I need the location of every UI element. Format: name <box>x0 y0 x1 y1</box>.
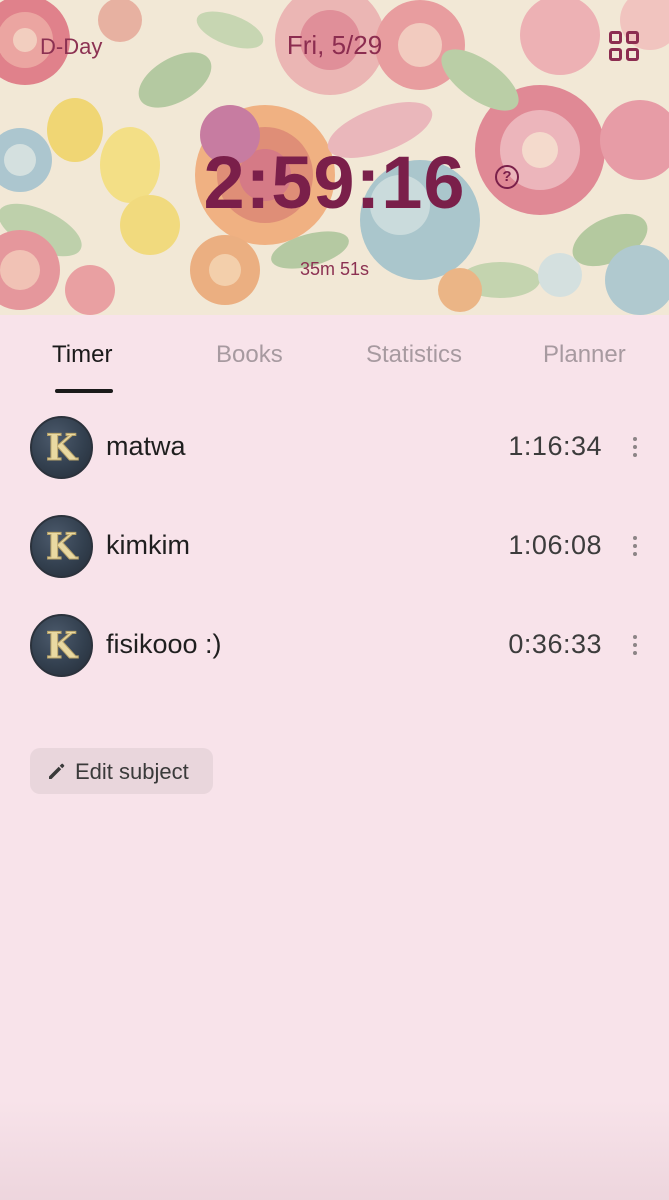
subject-row[interactable]: K fisikooo :) 0:36:33 <box>0 595 669 694</box>
grid-icon[interactable] <box>608 30 642 64</box>
tab-statistics[interactable]: Statistics <box>366 341 462 369</box>
tab-timer[interactable]: Timer <box>52 341 112 369</box>
avatar[interactable]: K <box>30 416 93 479</box>
subject-row[interactable]: K matwa 1:16:34 <box>0 397 669 496</box>
avatar[interactable]: K <box>30 515 93 578</box>
subject-name: matwa <box>106 431 186 461</box>
more-options-icon[interactable] <box>627 633 643 657</box>
help-icon[interactable]: ? <box>495 165 519 189</box>
tab-planner[interactable]: Planner <box>543 341 626 369</box>
more-options-icon[interactable] <box>627 435 643 459</box>
more-options-icon[interactable] <box>627 534 643 558</box>
avatar-letter: K <box>46 526 79 568</box>
active-tab-indicator <box>55 389 113 393</box>
subject-time: 1:06:08 <box>508 530 602 560</box>
subject-name: fisikooo :) <box>106 629 222 659</box>
bottom-shade <box>0 1100 669 1200</box>
avatar-letter: K <box>46 427 79 469</box>
tab-books[interactable]: Books <box>216 341 283 369</box>
subject-name: kimkim <box>106 530 190 560</box>
total-timer: 2:59:16 <box>203 141 466 224</box>
elapsed-sub-time: 35m 51s <box>299 259 370 279</box>
edit-subject-button[interactable]: Edit subject <box>30 748 213 794</box>
subject-time: 1:16:34 <box>508 431 602 461</box>
pencil-icon <box>49 763 65 779</box>
header-banner: D-Day Fri, 5/29 2:59:16 ? 35m 51s <box>0 0 669 315</box>
edit-subject-label: Edit subject <box>75 759 189 784</box>
subject-row[interactable]: K kimkim 1:06:08 <box>0 496 669 595</box>
date-label: Fri, 5/29 <box>286 30 383 60</box>
avatar[interactable]: K <box>30 614 93 677</box>
avatar-letter: K <box>46 625 79 667</box>
tab-bar: Timer Books Statistics Planner <box>0 315 669 395</box>
subject-time: 0:36:33 <box>508 629 602 659</box>
